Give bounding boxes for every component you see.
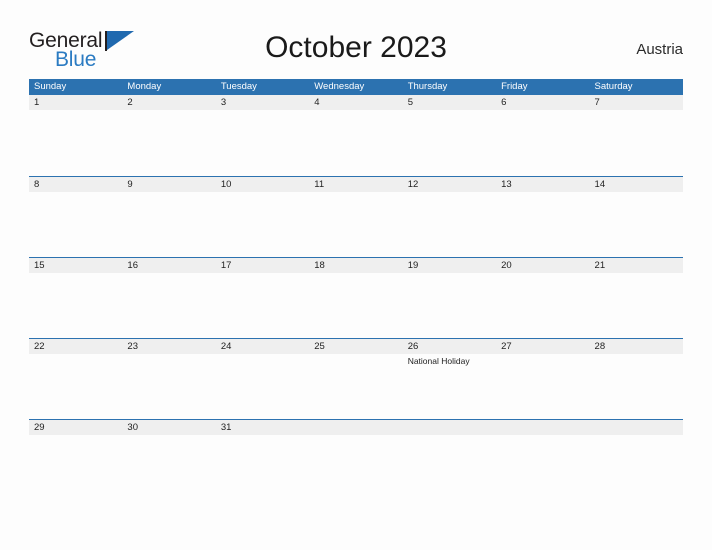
weekday-header-sunday: Sunday (34, 81, 67, 92)
day-number[interactable]: 25 (309, 339, 402, 354)
day-number[interactable]: 18 (309, 258, 402, 273)
page-header: General Blue October 2023 Austria (0, 0, 712, 78)
day-cell[interactable] (216, 273, 309, 338)
day-number-empty (496, 420, 589, 435)
day-cell[interactable] (216, 110, 309, 175)
week-day-numbers: 8 9 10 11 12 13 14 (29, 177, 683, 192)
day-number[interactable]: 8 (29, 177, 122, 192)
week-row: 1 2 3 4 5 6 7 (29, 95, 683, 176)
region-label: Austria (636, 41, 683, 58)
day-cell[interactable] (590, 273, 683, 338)
day-cell[interactable] (122, 192, 215, 257)
page-title: October 2023 (265, 31, 447, 64)
day-cell[interactable] (122, 273, 215, 338)
week-day-bodies: National Holiday (29, 354, 683, 419)
week-row: 8 9 10 11 12 13 14 (29, 176, 683, 257)
week-day-numbers: 15 16 17 18 19 20 21 (29, 258, 683, 273)
day-number[interactable]: 20 (496, 258, 589, 273)
week-day-numbers: 1 2 3 4 5 6 7 (29, 95, 683, 110)
week-day-numbers: 29 30 31 (29, 420, 683, 435)
day-number[interactable]: 31 (216, 420, 309, 435)
day-cell[interactable] (590, 110, 683, 175)
day-number[interactable]: 3 (216, 95, 309, 110)
day-number[interactable]: 13 (496, 177, 589, 192)
weekday-header-tuesday: Tuesday (220, 81, 257, 92)
day-number[interactable]: 15 (29, 258, 122, 273)
week-day-bodies (29, 273, 683, 338)
day-cell[interactable] (216, 354, 309, 419)
day-cell[interactable] (403, 110, 496, 175)
week-day-bodies (29, 192, 683, 257)
day-cell[interactable] (29, 192, 122, 257)
day-cell[interactable] (216, 435, 309, 500)
week-day-bodies (29, 435, 683, 500)
day-cell[interactable] (29, 354, 122, 419)
day-number[interactable]: 10 (216, 177, 309, 192)
day-number[interactable]: 24 (216, 339, 309, 354)
week-row: 29 30 31 (29, 419, 683, 500)
day-number[interactable]: 12 (403, 177, 496, 192)
weekday-header-monday: Monday (127, 81, 162, 92)
weekday-header-thursday: Thursday (407, 81, 448, 92)
day-number[interactable]: 26 (403, 339, 496, 354)
day-number[interactable]: 30 (122, 420, 215, 435)
weekday-header-saturday: Saturday (594, 81, 633, 92)
day-number[interactable]: 11 (309, 177, 402, 192)
day-cell-empty (309, 435, 402, 500)
day-cell[interactable] (122, 354, 215, 419)
day-number[interactable]: 7 (590, 95, 683, 110)
weekday-header-row: Sunday Monday Tuesday Wednesday Thursday… (29, 79, 683, 95)
day-cell[interactable] (122, 435, 215, 500)
day-cell[interactable] (216, 192, 309, 257)
day-number[interactable]: 2 (122, 95, 215, 110)
day-number[interactable]: 5 (403, 95, 496, 110)
day-cell[interactable] (29, 273, 122, 338)
week-day-numbers: 22 23 24 25 26 27 28 (29, 339, 683, 354)
day-cell[interactable] (590, 192, 683, 257)
day-cell[interactable] (496, 192, 589, 257)
day-cell[interactable] (122, 110, 215, 175)
day-number[interactable]: 19 (403, 258, 496, 273)
day-cell[interactable] (496, 273, 589, 338)
weekday-header-wednesday: Wednesday (314, 81, 365, 92)
day-number[interactable]: 14 (590, 177, 683, 192)
day-cell-empty (403, 435, 496, 500)
day-number[interactable]: 17 (216, 258, 309, 273)
day-number[interactable]: 27 (496, 339, 589, 354)
weekday-header-friday: Friday (501, 81, 528, 92)
day-number[interactable]: 29 (29, 420, 122, 435)
week-row: 15 16 17 18 19 20 21 (29, 257, 683, 338)
day-number[interactable]: 9 (122, 177, 215, 192)
day-cell[interactable] (29, 110, 122, 175)
day-number-empty (309, 420, 402, 435)
day-cell[interactable] (403, 273, 496, 338)
day-cell[interactable] (403, 192, 496, 257)
day-cell[interactable] (590, 354, 683, 419)
week-day-bodies (29, 110, 683, 175)
day-number[interactable]: 1 (29, 95, 122, 110)
day-cell[interactable] (309, 192, 402, 257)
event-label: National Holiday (407, 356, 470, 366)
day-cell[interactable] (29, 435, 122, 500)
day-number[interactable]: 23 (122, 339, 215, 354)
week-row: 22 23 24 25 26 27 28 National Holiday (29, 338, 683, 419)
day-cell[interactable] (309, 273, 402, 338)
day-number[interactable]: 22 (29, 339, 122, 354)
day-cell[interactable]: National Holiday (403, 354, 496, 419)
day-number[interactable]: 6 (496, 95, 589, 110)
day-number-empty (403, 420, 496, 435)
day-number-empty (590, 420, 683, 435)
day-number[interactable]: 28 (590, 339, 683, 354)
day-cell-empty (496, 435, 589, 500)
day-cell[interactable] (309, 110, 402, 175)
day-cell-empty (590, 435, 683, 500)
day-number[interactable]: 21 (590, 258, 683, 273)
day-cell[interactable] (496, 354, 589, 419)
day-cell[interactable] (496, 110, 589, 175)
day-number[interactable]: 4 (309, 95, 402, 110)
day-cell[interactable] (309, 354, 402, 419)
day-number[interactable]: 16 (122, 258, 215, 273)
calendar-grid: Sunday Monday Tuesday Wednesday Thursday… (29, 79, 683, 500)
